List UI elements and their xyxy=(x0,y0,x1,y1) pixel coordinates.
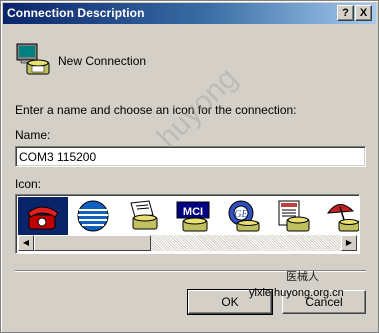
title-bar[interactable]: Connection Description ? X xyxy=(3,3,376,24)
mci-icon: MCI xyxy=(176,201,210,232)
svg-text:MCI: MCI xyxy=(183,206,203,218)
window-title: Connection Description xyxy=(7,6,145,20)
connection-description-dialog: Connection Description ? X New Connectio… xyxy=(0,0,379,333)
scroll-right-button[interactable]: ▶ xyxy=(341,235,357,251)
scroll-left-button[interactable]: ◀ xyxy=(18,235,34,251)
document-phone-icon xyxy=(278,200,310,232)
instruction-text: Enter a name and choose an icon for the … xyxy=(15,103,297,117)
icon-option-document-phone[interactable] xyxy=(268,197,318,235)
phone-computer-icon xyxy=(16,43,50,75)
watermark-url: yixie.huyong.org.cn xyxy=(249,287,344,299)
name-label: Name: xyxy=(15,128,51,142)
icon-option-fax-phone[interactable] xyxy=(118,197,168,235)
scroll-thumb[interactable] xyxy=(34,235,151,251)
fax-phone-icon xyxy=(130,200,158,230)
icon-label: Icon: xyxy=(15,177,42,191)
icon-option-mci[interactable]: MCI xyxy=(168,197,218,235)
icon-option-red-telephone[interactable] xyxy=(18,197,68,235)
ge-globe-icon: GE xyxy=(228,200,260,232)
icon-option-umbrella-phone[interactable] xyxy=(318,197,359,235)
icon-option-ge-globe[interactable]: GE xyxy=(218,197,268,235)
svg-text:GE: GE xyxy=(234,209,247,220)
icon-list[interactable]: MCI GE ◀ ▶ xyxy=(15,194,360,254)
watermark-cn: 医械人 xyxy=(286,271,319,283)
icon-option-globe[interactable] xyxy=(68,197,118,235)
name-input[interactable] xyxy=(15,146,366,167)
horizontal-scrollbar[interactable]: ◀ ▶ xyxy=(18,235,357,251)
umbrella-phone-icon xyxy=(326,204,359,232)
connection-name: New Connection xyxy=(58,54,147,68)
globe-icon xyxy=(77,200,109,232)
help-button[interactable]: ? xyxy=(337,5,354,21)
icon-row: MCI GE xyxy=(18,197,359,235)
red-telephone-icon xyxy=(27,206,59,230)
close-button[interactable]: X xyxy=(355,5,372,21)
